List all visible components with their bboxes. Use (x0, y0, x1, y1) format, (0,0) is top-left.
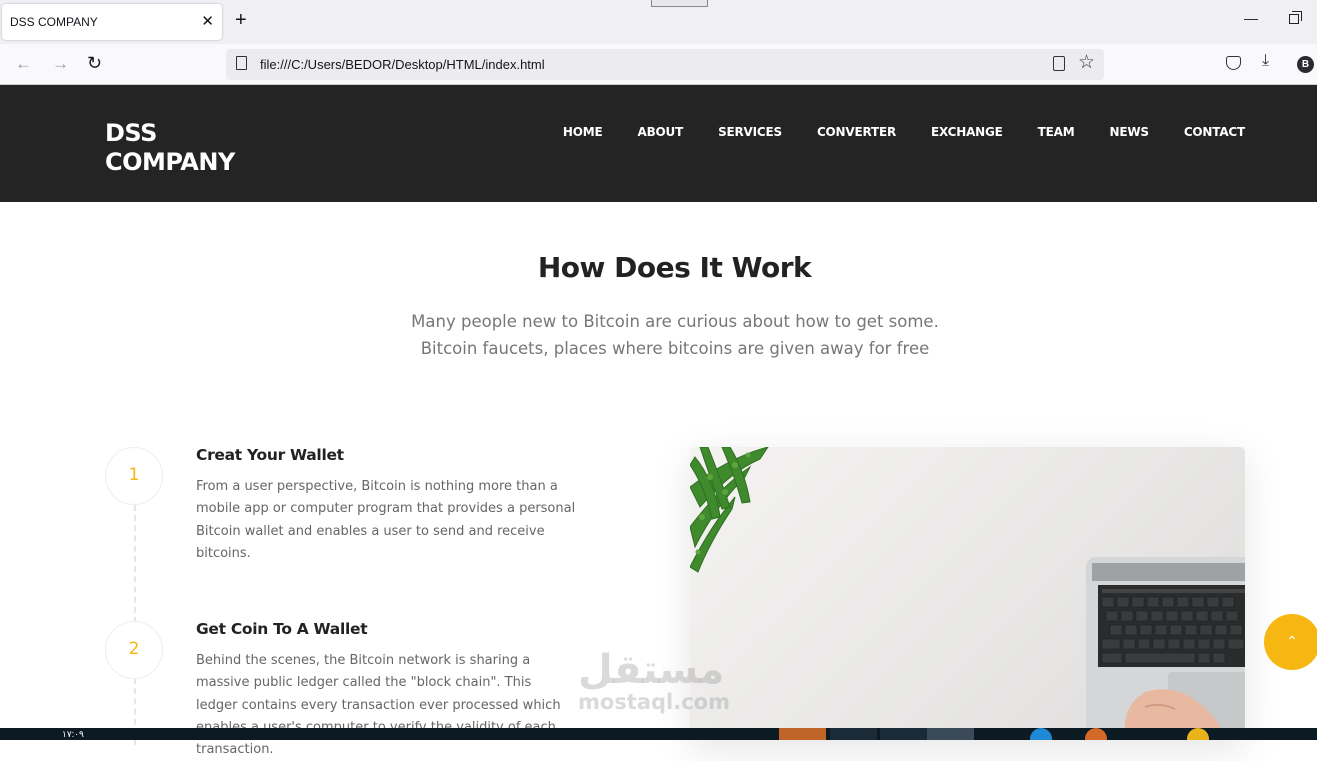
restore-icon[interactable] (1289, 11, 1302, 24)
logo-line-2: COMPANY (105, 148, 235, 176)
menu-item-contact[interactable]: CONTACT (1184, 125, 1245, 139)
step-title: Creat Your Wallet (196, 446, 344, 464)
taskbar-app-icon[interactable] (830, 728, 877, 740)
watermark-arabic: مستقل (578, 647, 725, 693)
step-description: From a user perspective, Bitcoin is noth… (196, 479, 576, 561)
scroll-to-top-button[interactable]: ⌃ (1264, 614, 1317, 670)
close-icon[interactable]: ✕ (201, 12, 214, 30)
taskbar-app-icon[interactable] (1085, 728, 1107, 740)
step-number-badge: 1 (105, 447, 163, 505)
back-icon[interactable]: ← (15, 54, 32, 74)
taskbar-app-icon[interactable] (927, 728, 974, 740)
taskbar-app-icon[interactable] (1030, 728, 1052, 740)
window-drag-handle[interactable] (651, 0, 708, 7)
menu-item-team[interactable]: TEAM (1038, 125, 1075, 139)
pocket-icon[interactable] (1226, 56, 1241, 70)
logo-line-1: DSS (105, 119, 157, 147)
download-icon[interactable]: ⤓ (1262, 52, 1269, 70)
os-taskbar: ١٧:٠٩ (0, 728, 1317, 740)
watermark-latin: mostaql.com (578, 690, 730, 714)
address-bar[interactable]: file:///C:/Users/BEDOR/Desktop/HTML/inde… (226, 49, 1104, 80)
profile-icon[interactable]: B (1297, 56, 1314, 73)
url-text[interactable]: file:///C:/Users/BEDOR/Desktop/HTML/inde… (260, 57, 545, 72)
menu-item-services[interactable]: SERVICES (718, 125, 782, 139)
step-description: Behind the scenes, the Bitcoin network i… (196, 653, 561, 758)
taskbar-clock: ١٧:٠٩ (62, 729, 84, 739)
watermark: مستقل mostaql.com (578, 648, 730, 714)
site-header: DSS COMPANY HOME ABOUT SERVICES CONVERTE… (0, 85, 1317, 202)
browser-tabbar: DSS COMPANY ✕ + — (0, 0, 1317, 44)
browser-toolbar: ← → ↻ file:///C:/Users/BEDOR/Desktop/HTM… (0, 44, 1317, 85)
menu-item-exchange[interactable]: EXCHANGE (931, 125, 1003, 139)
menu-item-news[interactable]: NEWS (1109, 125, 1149, 139)
desk-illustration (690, 447, 1245, 740)
step-number-badge: 2 (105, 621, 163, 679)
browser-tab[interactable]: DSS COMPANY ✕ (2, 4, 222, 40)
menu-item-converter[interactable]: CONVERTER (817, 125, 896, 139)
taskbar-app-icon[interactable] (1187, 728, 1209, 740)
reload-icon[interactable]: ↻ (87, 53, 102, 74)
taskbar-app-icon[interactable] (779, 728, 826, 740)
main-menu: HOME ABOUT SERVICES CONVERTER EXCHANGE T… (528, 125, 1245, 139)
tab-title: DSS COMPANY (10, 15, 98, 29)
section-subtitle: Many people new to Bitcoin are curious a… (411, 312, 939, 358)
bookmark-star-icon[interactable]: ☆ (1078, 51, 1095, 74)
minimize-icon[interactable]: — (1244, 10, 1258, 26)
forward-icon[interactable]: → (52, 54, 69, 74)
menu-item-about[interactable]: ABOUT (637, 125, 683, 139)
site-logo[interactable]: DSS COMPANY (105, 119, 305, 177)
reader-view-icon[interactable] (1053, 56, 1065, 71)
page-icon (236, 56, 247, 70)
section-title: How Does It Work (537, 251, 812, 284)
step-title: Get Coin To A Wallet (196, 620, 368, 638)
desk-laptop-photo (690, 447, 1245, 740)
menu-item-home[interactable]: HOME (563, 125, 603, 139)
new-tab-icon[interactable]: + (235, 9, 247, 32)
taskbar-app-icon[interactable] (880, 728, 927, 740)
